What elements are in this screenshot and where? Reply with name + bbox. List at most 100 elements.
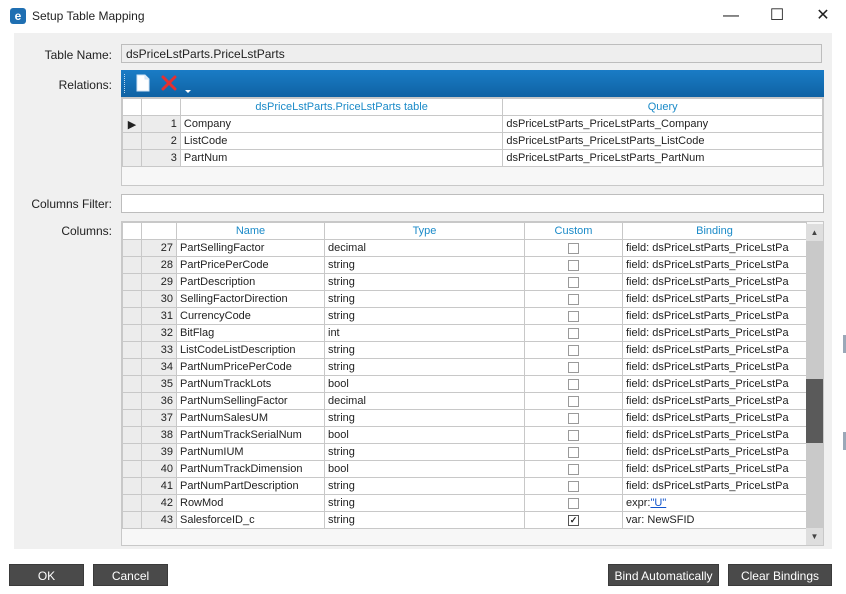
- custom-checkbox[interactable]: [568, 446, 579, 458]
- scrollbar-track[interactable]: [806, 241, 823, 528]
- column-row[interactable]: 27 PartSellingFactor decimal field: dsPrice…: [122, 239, 807, 257]
- column-type[interactable]: string: [324, 511, 525, 529]
- column-type[interactable]: string: [324, 477, 525, 495]
- column-name[interactable]: ListCodeListDescription: [176, 341, 325, 359]
- column-row[interactable]: 38 PartNumTrackSerialNum bool field: dsPric…: [122, 426, 807, 444]
- custom-checkbox[interactable]: [568, 378, 579, 390]
- column-name[interactable]: RowMod: [176, 494, 325, 512]
- custom-checkbox[interactable]: [568, 293, 579, 305]
- column-binding[interactable]: field: dsPriceLstParts_PriceLstPa: [622, 273, 807, 291]
- columns-filter-input[interactable]: [121, 194, 824, 213]
- toolbar-grip[interactable]: [124, 74, 128, 93]
- column-type[interactable]: string: [324, 494, 525, 512]
- column-binding[interactable]: field: dsPriceLstParts_PriceLstPa: [622, 324, 807, 342]
- columns-scrollbar[interactable]: ▲ ▼: [806, 224, 823, 545]
- scrollbar-thumb[interactable]: [806, 379, 823, 443]
- custom-checkbox[interactable]: [568, 412, 579, 424]
- relation-row[interactable]: ▶ 1 Company dsPriceLstParts_PriceLstParts_C…: [122, 115, 823, 133]
- column-type[interactable]: string: [324, 256, 525, 274]
- relation-query[interactable]: dsPriceLstParts_PriceLstParts_ListCode: [502, 132, 823, 150]
- columns-header-name[interactable]: Name: [176, 222, 325, 240]
- column-binding[interactable]: expr:"U": [622, 494, 807, 512]
- column-row[interactable]: 39 PartNumIUM string field: dsPriceLstParts…: [122, 443, 807, 461]
- row-selector[interactable]: [122, 426, 142, 444]
- column-name[interactable]: PartSellingFactor: [176, 239, 325, 257]
- column-binding[interactable]: field: dsPriceLstParts_PriceLstPa: [622, 307, 807, 325]
- new-document-icon[interactable]: [135, 74, 151, 97]
- row-selector[interactable]: [122, 149, 142, 167]
- column-binding[interactable]: field: dsPriceLstParts_PriceLstPa: [622, 426, 807, 444]
- column-row[interactable]: 31 CurrencyCode string field: dsPriceLstPar…: [122, 307, 807, 325]
- column-binding[interactable]: field: dsPriceLstParts_PriceLstPa: [622, 239, 807, 257]
- column-name[interactable]: SellingFactorDirection: [176, 290, 325, 308]
- row-selector[interactable]: [122, 511, 142, 529]
- column-name[interactable]: PartNumSalesUM: [176, 409, 325, 427]
- custom-checkbox[interactable]: ✓: [568, 514, 579, 526]
- column-type[interactable]: string: [324, 358, 525, 376]
- maximize-button[interactable]: ☐: [754, 0, 800, 32]
- column-name[interactable]: SalesforceID_c: [176, 511, 325, 529]
- columns-header-binding[interactable]: Binding: [622, 222, 807, 240]
- column-binding[interactable]: field: dsPriceLstParts_PriceLstPa: [622, 409, 807, 427]
- column-type[interactable]: bool: [324, 460, 525, 478]
- custom-checkbox[interactable]: [568, 497, 579, 509]
- scroll-down-button[interactable]: ▼: [806, 528, 823, 545]
- relation-row[interactable]: 2 ListCode dsPriceLstParts_PriceLstParts_L…: [122, 132, 823, 150]
- column-name[interactable]: PartDescription: [176, 273, 325, 291]
- column-row[interactable]: 35 PartNumTrackLots bool field: dsPriceLstP…: [122, 375, 807, 393]
- custom-checkbox[interactable]: [568, 259, 579, 271]
- column-row[interactable]: 40 PartNumTrackDimension bool field: dsPric…: [122, 460, 807, 478]
- column-name[interactable]: PartNumSellingFactor: [176, 392, 325, 410]
- row-selector[interactable]: [122, 477, 142, 495]
- column-binding[interactable]: field: dsPriceLstParts_PriceLstPa: [622, 256, 807, 274]
- relation-field[interactable]: PartNum: [179, 149, 504, 167]
- columns-header-custom[interactable]: Custom: [524, 222, 623, 240]
- column-type[interactable]: string: [324, 307, 525, 325]
- column-name[interactable]: BitFlag: [176, 324, 325, 342]
- relation-field[interactable]: Company: [179, 115, 504, 133]
- cancel-button[interactable]: Cancel: [93, 564, 168, 586]
- binding-expression-link[interactable]: "U": [650, 497, 666, 509]
- column-name[interactable]: PartNumIUM: [176, 443, 325, 461]
- row-selector[interactable]: ▶: [122, 115, 142, 133]
- row-selector[interactable]: [122, 409, 142, 427]
- column-binding[interactable]: field: dsPriceLstParts_PriceLstPa: [622, 392, 807, 410]
- column-row[interactable]: 37 PartNumSalesUM string field: dsPriceLstP…: [122, 409, 807, 427]
- row-selector[interactable]: [122, 392, 142, 410]
- relations-header-query[interactable]: Query: [502, 98, 823, 116]
- column-name[interactable]: PartNumPartDescription: [176, 477, 325, 495]
- delete-x-icon[interactable]: [161, 75, 177, 96]
- column-row[interactable]: 34 PartNumPricePerCode string field: dsPric…: [122, 358, 807, 376]
- custom-checkbox[interactable]: [568, 344, 579, 356]
- column-binding[interactable]: field: dsPriceLstParts_PriceLstPa: [622, 290, 807, 308]
- custom-checkbox[interactable]: [568, 361, 579, 373]
- close-button[interactable]: ✕: [800, 0, 846, 32]
- column-type[interactable]: bool: [324, 426, 525, 444]
- column-type[interactable]: string: [324, 409, 525, 427]
- scroll-up-button[interactable]: ▲: [806, 224, 823, 241]
- row-selector[interactable]: [122, 273, 142, 291]
- column-binding[interactable]: field: dsPriceLstParts_PriceLstPa: [622, 358, 807, 376]
- row-selector[interactable]: [122, 460, 142, 478]
- row-selector[interactable]: [122, 239, 142, 257]
- relation-row[interactable]: 3 PartNum dsPriceLstParts_PriceLstParts_Pa…: [122, 149, 823, 167]
- bind-automatically-button[interactable]: Bind Automatically: [608, 564, 719, 586]
- custom-checkbox[interactable]: [568, 463, 579, 475]
- ok-button[interactable]: OK: [9, 564, 84, 586]
- column-row[interactable]: 36 PartNumSellingFactor decimal field: dsPr…: [122, 392, 807, 410]
- column-type[interactable]: int: [324, 324, 525, 342]
- custom-checkbox[interactable]: [568, 276, 579, 288]
- column-type[interactable]: bool: [324, 375, 525, 393]
- column-binding[interactable]: field: dsPriceLstParts_PriceLstPa: [622, 443, 807, 461]
- row-selector[interactable]: [122, 324, 142, 342]
- column-row[interactable]: 41 PartNumPartDescription string field: dsP…: [122, 477, 807, 495]
- column-row[interactable]: 28 PartPricePerCode string field: dsPriceLs…: [122, 256, 807, 274]
- row-selector[interactable]: [122, 494, 142, 512]
- row-selector[interactable]: [122, 132, 142, 150]
- row-selector[interactable]: [122, 307, 142, 325]
- column-row[interactable]: 42 RowMod string expr:"U": [122, 494, 807, 512]
- custom-checkbox[interactable]: [568, 480, 579, 492]
- column-name[interactable]: PartNumTrackLots: [176, 375, 325, 393]
- column-binding[interactable]: field: dsPriceLstParts_PriceLstPa: [622, 375, 807, 393]
- column-binding[interactable]: field: dsPriceLstParts_PriceLstPa: [622, 477, 807, 495]
